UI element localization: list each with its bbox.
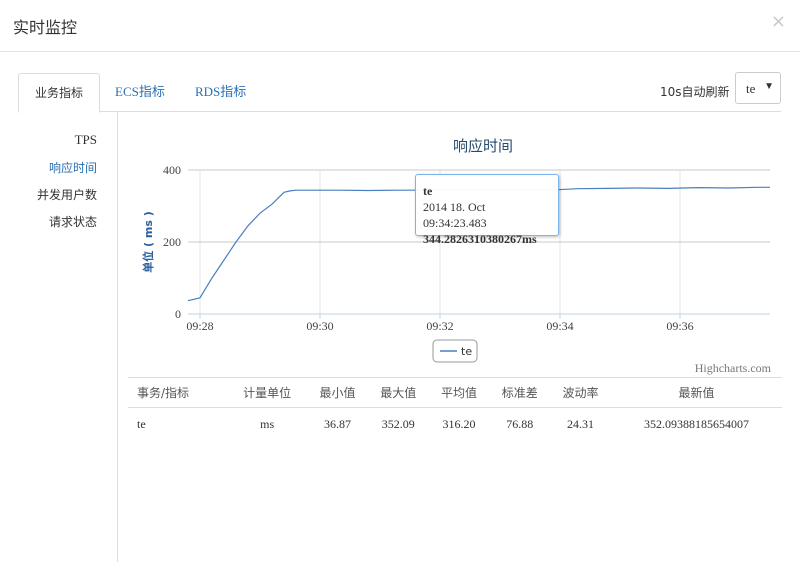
- cell-min: 36.87: [323, 417, 351, 432]
- sidenav-item-response-time[interactable]: 响应时间: [49, 159, 97, 176]
- modal-header: 实时监控 ×: [0, 0, 800, 52]
- stats-header-row: 事务/指标 计量单位 最小值 最大值 平均值 标准差 波动率 最新值: [128, 377, 782, 408]
- header-unit: 计量单位: [227, 377, 308, 408]
- sidenav-item-concurrent-users[interactable]: 并发用户数: [37, 186, 97, 203]
- y-axis-label: 单位 ( ms ): [141, 211, 155, 273]
- x-tick-label: 09:32: [426, 319, 453, 333]
- cell-avg: 316.20: [442, 417, 476, 432]
- chart-svg: 响应时间 09:28 09:30 09:32 09:34 09:36 0 200 400 单位 (…: [141, 137, 772, 375]
- realtime-monitor-modal: 实时监控 × 业务指标 ECS指标 RDS指标 10s自动刷新 te ▼ TPS…: [0, 0, 800, 582]
- sidenav-item-request-status[interactable]: 请求状态: [49, 213, 97, 230]
- sidenav-item-tps[interactable]: TPS: [75, 132, 97, 148]
- chart-title: 响应时间: [453, 137, 513, 155]
- metric-sidenav: TPS 响应时间 并发用户数 请求状态: [0, 112, 118, 562]
- cell-latest: 352.09388185654007: [643, 417, 749, 432]
- x-tick-label: 09:30: [306, 319, 333, 333]
- x-tick-label: 09:36: [666, 319, 693, 333]
- response-time-chart: 响应时间 09:28 09:30 09:32 09:34 09:36 0 200 400 单位 (…: [128, 126, 782, 380]
- header-min: 最小值: [307, 377, 368, 408]
- stats-table: 事务/指标 计量单位 最小值 最大值 平均值 标准差 波动率 最新值 te ms…: [128, 377, 782, 442]
- x-tick-label: 09:34: [546, 319, 573, 333]
- tab-rds-metrics[interactable]: RDS指标: [179, 73, 262, 112]
- tooltip-time: 2014 18. Oct 09:34:23.483: [423, 200, 487, 230]
- close-icon[interactable]: ×: [771, 12, 786, 32]
- cell-transaction: te: [137, 417, 146, 432]
- caret-down-icon: ▼: [764, 81, 774, 92]
- tooltip-series-name: te: [423, 184, 433, 198]
- cell-max: 352.09: [381, 417, 415, 432]
- header-volatility: 波动率: [550, 377, 611, 408]
- header-max: 最大值: [367, 377, 429, 408]
- refresh-select[interactable]: te ▼: [735, 72, 781, 104]
- header-latest: 最新值: [610, 377, 782, 408]
- x-tick-label: 09:28: [186, 319, 213, 333]
- header-transaction: 事务/指标: [128, 377, 228, 408]
- auto-refresh-label: 10s自动刷新: [660, 85, 730, 99]
- header-stddev: 标准差: [489, 377, 551, 408]
- header-avg: 平均值: [428, 377, 490, 408]
- tab-ecs-metrics[interactable]: ECS指标: [99, 73, 181, 112]
- y-tick-label: 200: [163, 235, 181, 249]
- cell-volatility: 24.31: [567, 417, 595, 432]
- tooltip-value: 344.2826310380267ms: [423, 232, 537, 246]
- y-tick-label: 0: [175, 307, 181, 321]
- refresh-select-value: te: [746, 81, 756, 96]
- tab-business-metrics[interactable]: 业务指标: [18, 73, 101, 113]
- cell-stddev: 76.88: [506, 417, 534, 432]
- modal-title: 实时监控: [13, 18, 78, 37]
- legend-item-label: te: [461, 345, 472, 358]
- chart-credit: Highcharts.com: [695, 361, 772, 375]
- y-tick-label: 400: [163, 163, 181, 177]
- cell-unit: ms: [260, 417, 275, 432]
- table-row: te ms 36.87 352.09 316.20 76.88 24.31 35…: [128, 408, 782, 442]
- chart-tooltip: te 2014 18. Oct 09:34:23.483 344.2826310…: [415, 174, 559, 246]
